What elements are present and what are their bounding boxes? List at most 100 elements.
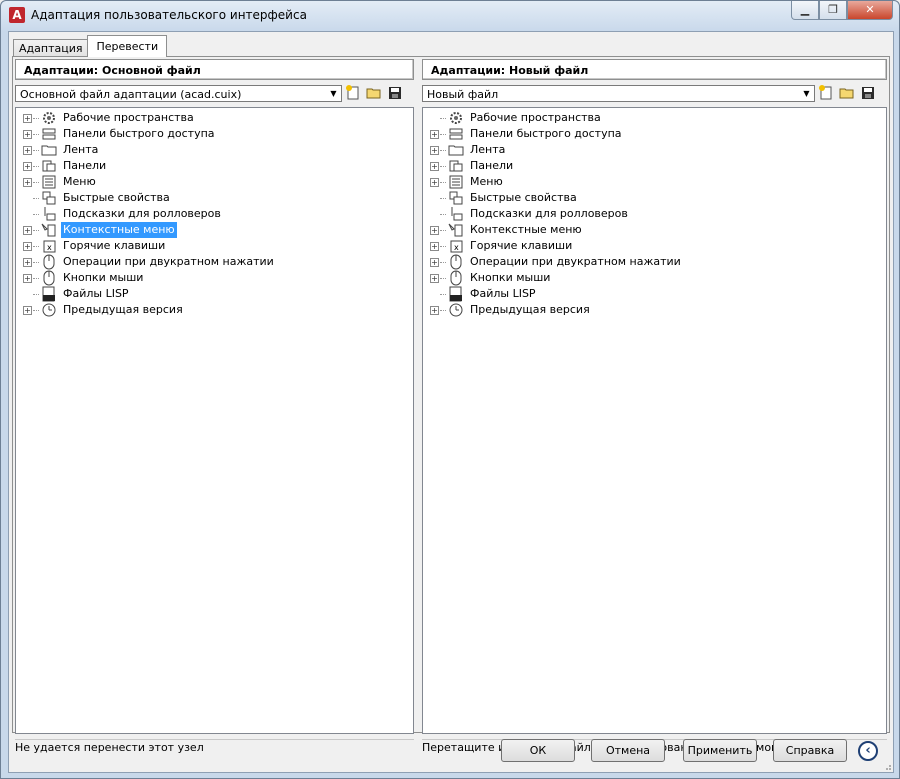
tree-node[interactable]: + Предыдущая версия xyxy=(16,302,185,318)
chevron-down-icon[interactable]: ▼ xyxy=(327,87,340,100)
tree-line-spacer xyxy=(430,210,439,219)
expand-plus-icon[interactable]: + xyxy=(23,161,32,171)
tree-line-spacer xyxy=(23,194,32,203)
expand-plus-icon[interactable]: + xyxy=(430,305,439,315)
transfer-tab-page: Адаптации: Основной файл Основной файл а… xyxy=(12,56,890,754)
right-file-combo[interactable]: Новый файл ▼ xyxy=(422,85,815,102)
tree-node[interactable]: + Панели быстрого доступа xyxy=(423,126,624,142)
expand-plus-icon[interactable]: + xyxy=(430,241,439,251)
tree-node[interactable]: Быстрые свойства xyxy=(423,190,579,206)
tree-node[interactable]: + Панели быстрого доступа xyxy=(16,126,217,142)
tree-node[interactable]: + Операции при двукратном нажатии xyxy=(16,254,276,270)
open-folder-icon[interactable] xyxy=(365,84,383,102)
tree-node[interactable]: Рабочие пространства xyxy=(423,110,603,126)
tree-connector xyxy=(33,293,39,295)
expand-plus-icon[interactable]: + xyxy=(23,273,32,283)
tab-customize[interactable]: Адаптация xyxy=(13,39,89,57)
right-customizations-tree[interactable]: Рабочие пространства + Панели быстрого дос… xyxy=(422,107,887,734)
tree-node-label: Подсказки для ролловеров xyxy=(63,207,221,220)
tree-connector xyxy=(440,117,446,119)
tree-node[interactable]: + x Горячие клавиши xyxy=(16,238,167,254)
tree-node-label: Лента xyxy=(470,143,506,156)
tree-node[interactable]: Подсказки для ролловеров xyxy=(16,206,223,222)
cancel-button[interactable]: Отмена xyxy=(591,739,665,762)
expand-plus-icon[interactable]: + xyxy=(430,161,439,171)
tab-strip: Адаптация Перевести xyxy=(13,35,168,57)
tree-node-label: Панели быстрого доступа xyxy=(470,127,622,140)
left-file-combo[interactable]: Основной файл адаптации (acad.cuix) ▼ xyxy=(15,85,342,102)
expand-plus-icon[interactable]: + xyxy=(430,177,439,187)
tree-node-label: Быстрые свойства xyxy=(63,191,170,204)
tree-node[interactable]: Быстрые свойства xyxy=(16,190,172,206)
tree-connector xyxy=(440,277,446,279)
expand-plus-icon[interactable]: + xyxy=(430,273,439,283)
collapse-dialog-icon[interactable]: ‹ xyxy=(858,741,878,761)
tree-node[interactable]: + Лента xyxy=(423,142,507,158)
expand-plus-icon[interactable]: + xyxy=(430,257,439,267)
right-file-toolbar xyxy=(817,84,877,102)
expand-plus-icon[interactable]: + xyxy=(23,113,32,123)
left-customizations-tree[interactable]: + Рабочие пространства + Панели быстрого до… xyxy=(15,107,414,734)
chevron-down-icon[interactable]: ▼ xyxy=(800,87,813,100)
close-button[interactable]: ✕ xyxy=(847,1,893,20)
tree-node[interactable]: + Лента xyxy=(16,142,100,158)
tab-transfer[interactable]: Перевести xyxy=(87,35,168,57)
tree-connector xyxy=(440,245,446,247)
minimize-button[interactable]: ▁ xyxy=(791,1,819,20)
tree-node[interactable]: Файлы LISP xyxy=(423,286,538,302)
title-bar[interactable]: A Адаптация пользовательского интерфейса… xyxy=(1,1,899,31)
expand-plus-icon[interactable]: + xyxy=(23,129,32,139)
tree-connector xyxy=(440,181,446,183)
ok-button[interactable]: ОК xyxy=(501,739,575,762)
expand-plus-icon[interactable]: + xyxy=(23,305,32,315)
tree-node[interactable]: + Меню xyxy=(16,174,98,190)
expand-plus-icon[interactable]: + xyxy=(23,145,32,155)
context-menu-icon xyxy=(40,222,58,238)
tree-node[interactable]: + Контекстные меню xyxy=(16,222,177,238)
open-folder-icon[interactable] xyxy=(838,84,856,102)
tree-connector xyxy=(33,213,39,215)
new-file-icon[interactable] xyxy=(817,84,835,102)
expand-plus-icon[interactable]: + xyxy=(23,257,32,267)
tree-node[interactable]: + Панели xyxy=(423,158,515,174)
tree-node[interactable]: Подсказки для ролловеров xyxy=(423,206,630,222)
tree-connector xyxy=(33,133,39,135)
tree-node[interactable]: + Кнопки мыши xyxy=(423,270,552,286)
quick-properties-icon xyxy=(40,190,58,206)
restore-button[interactable]: ❐ xyxy=(819,1,847,20)
left-file-toolbar xyxy=(344,84,404,102)
autocad-logo-icon: A xyxy=(9,7,25,23)
dialog-client-area: Адаптация Перевести Адаптации: Основной … xyxy=(8,31,894,773)
svg-text:x: x xyxy=(454,243,459,252)
tree-node[interactable]: Файлы LISP xyxy=(16,286,131,302)
tree-node[interactable]: + Кнопки мыши xyxy=(16,270,145,286)
rollover-tooltip-icon xyxy=(40,206,58,222)
expand-plus-icon[interactable]: + xyxy=(23,225,32,235)
tree-node[interactable]: + Панели xyxy=(16,158,108,174)
tree-node[interactable]: + Предыдущая версия xyxy=(423,302,592,318)
gear-icon xyxy=(40,110,58,126)
resize-grip-icon[interactable] xyxy=(882,761,892,771)
expand-plus-icon[interactable]: + xyxy=(430,225,439,235)
apply-button[interactable]: Применить xyxy=(683,739,757,762)
tree-node-label: Предыдущая версия xyxy=(470,303,590,316)
tree-connector xyxy=(33,229,39,231)
tree-node[interactable]: + x Горячие клавиши xyxy=(423,238,574,254)
tree-node[interactable]: + Операции при двукратном нажатии xyxy=(423,254,683,270)
tree-node[interactable]: + Меню xyxy=(423,174,505,190)
expand-plus-icon[interactable]: + xyxy=(430,129,439,139)
expand-plus-icon[interactable]: + xyxy=(23,177,32,187)
expand-plus-icon[interactable]: + xyxy=(430,145,439,155)
save-icon[interactable] xyxy=(386,84,404,102)
tree-node-label: Меню xyxy=(470,175,503,188)
rollover-tooltip-icon xyxy=(447,206,465,222)
keyboard-shortcut-icon: x xyxy=(40,238,58,254)
help-button[interactable]: Справка xyxy=(773,739,847,762)
tree-node-label: Рабочие пространства xyxy=(63,111,194,124)
expand-plus-icon[interactable]: + xyxy=(23,241,32,251)
tree-node[interactable]: + Рабочие пространства xyxy=(16,110,196,126)
save-icon[interactable] xyxy=(859,84,877,102)
tree-node-label: Панели быстрого доступа xyxy=(63,127,215,140)
tree-node[interactable]: + Контекстные меню xyxy=(423,222,584,238)
new-file-icon[interactable] xyxy=(344,84,362,102)
